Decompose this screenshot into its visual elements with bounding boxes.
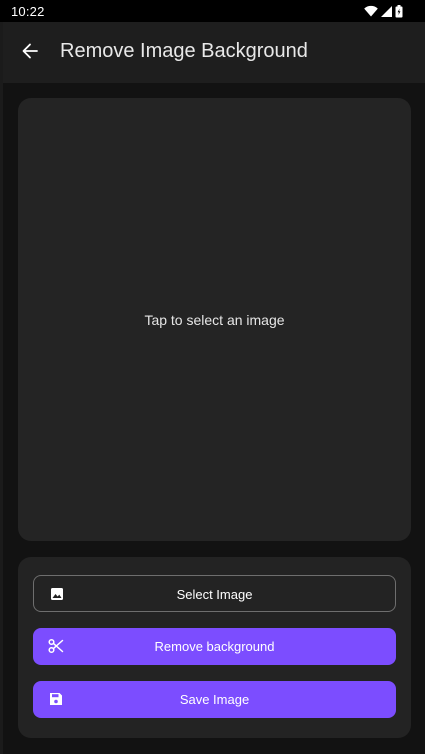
status-time: 10:22 bbox=[11, 4, 45, 19]
image-hint-text: Tap to select an image bbox=[144, 312, 285, 328]
image-picker-area[interactable]: Tap to select an image bbox=[18, 98, 411, 541]
window-edge bbox=[0, 22, 3, 754]
actions-panel: Select Image Remove background Save Imag… bbox=[18, 557, 411, 738]
remove-background-label: Remove background bbox=[154, 639, 275, 654]
save-image-button[interactable]: Save Image bbox=[33, 681, 396, 718]
battery-icon bbox=[395, 4, 403, 18]
status-bar: 10:22 bbox=[0, 0, 425, 22]
arrow-back-icon bbox=[21, 42, 39, 65]
remove-background-button[interactable]: Remove background bbox=[33, 628, 396, 665]
app-screen: 10:22 Remove Image Background Tap to sel… bbox=[0, 0, 425, 754]
select-image-button[interactable]: Select Image bbox=[33, 575, 396, 612]
app-bar: Remove Image Background bbox=[3, 22, 425, 83]
wifi-icon bbox=[364, 5, 378, 17]
signal-icon bbox=[381, 5, 392, 17]
save-image-label: Save Image bbox=[179, 692, 250, 707]
select-image-label: Select Image bbox=[176, 587, 253, 602]
back-button[interactable] bbox=[13, 36, 47, 70]
page-title: Remove Image Background bbox=[60, 40, 308, 62]
status-icons bbox=[364, 4, 403, 18]
